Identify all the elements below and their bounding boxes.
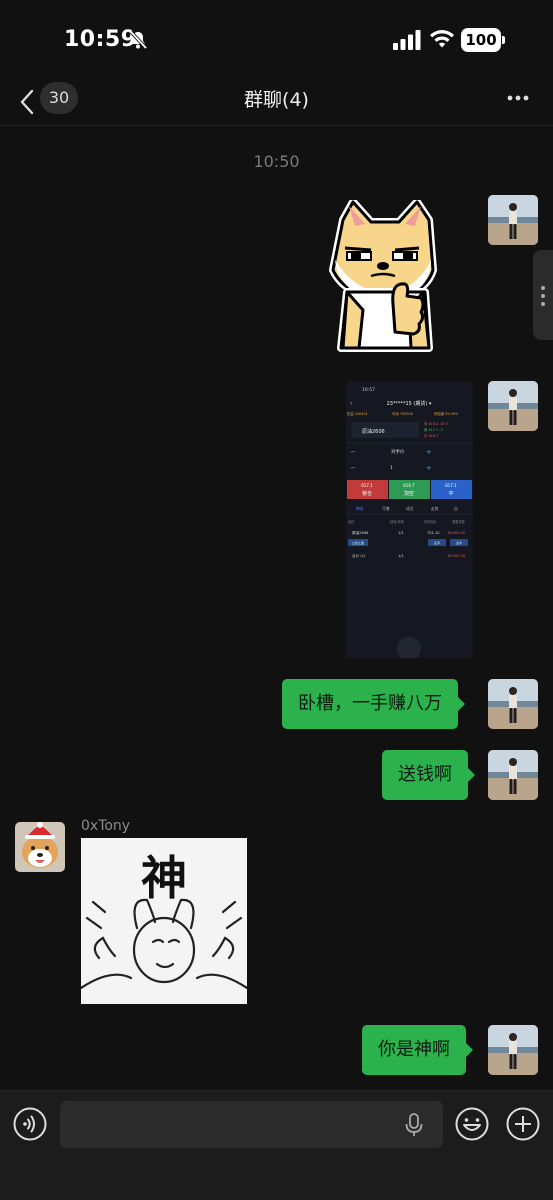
self-avatar[interactable] [488,679,538,729]
ss-tab-5: 自 [454,506,458,511]
battery-level: 100 [461,28,501,52]
side-drawer-handle[interactable] [533,250,553,340]
ss-row-contract: 原油2606 [352,530,369,535]
ss-stat-2: 可用 705926 [392,412,413,416]
message-timestamp: 10:50 [253,152,300,171]
message-input[interactable] [60,1101,443,1148]
ss-tab-1: 持仓 [356,506,364,511]
ss-h1: 合约 [348,519,354,524]
shen-meme-image[interactable]: 神 [81,838,247,1004]
svg-text:+: + [426,448,432,456]
svg-text:−: − [350,464,356,472]
self-avatar[interactable] [488,381,538,431]
self-avatar[interactable] [488,750,538,800]
battery-indicator: 100 [461,28,505,52]
self-avatar[interactable] [488,1025,538,1075]
svg-text:+: + [426,464,432,472]
ss-total-pnl: 84300.00 [448,554,466,558]
ss-btn-2-price: 616.7 [403,483,415,488]
ss-stat-3: 风险度 59.49% [434,411,459,416]
ss-stat-1: 权益 240401 [347,411,368,416]
status-bar: 10:59 100 [0,0,553,80]
chat-header: 30 群聊(4) [0,80,553,126]
signal-icon [393,30,421,50]
ss-row-avg: 701.10 [427,531,440,535]
ss-tab-2: 可撤 [382,506,390,511]
self-avatar[interactable] [488,195,538,245]
chat-title: 群聊(4) [244,89,309,111]
status-time: 10:59 [64,27,137,52]
ss-h4: 逐笔浮盈 [452,519,466,524]
ss-btn-3-label: 平 [448,491,453,497]
ss-row-pnl: 84300.00 [448,531,466,535]
ss-btn-1-price: 617.1 [361,483,373,488]
mic-icon[interactable] [404,1113,424,1137]
ss-total-pos: 1/1 [398,554,404,558]
svg-text:最 617.1 -3: 最 617.1 -3 [424,427,443,432]
message-bubble[interactable]: 你是神啊 [362,1025,473,1075]
ss-rowbtn-3: 全平 [456,540,462,545]
ss-h2: 持仓/可用 [390,519,404,524]
more-icon[interactable] [506,94,530,102]
ss-rowbtn-2: 反手 [434,540,440,545]
ss-total-label: 合计 (1) [352,553,366,558]
svg-text:卖 616.8 -87.5: 卖 616.8 -87.5 [424,421,448,426]
ss-qty: 1 [390,465,393,471]
bell-off-icon [129,30,148,50]
message-bubble[interactable]: 卧槽，一手赚八万 [282,679,465,729]
voice-icon[interactable] [13,1107,47,1141]
wifi-icon [430,30,454,48]
svg-text:−: − [350,448,356,456]
message-bubble[interactable]: 送钱啊 [382,750,475,800]
sender-name: 0xTony [81,818,131,834]
ss-tab-4: 走势 [431,506,439,511]
ss-rowbtn-1: 止损止盈 [352,540,364,545]
ss-btn-2-label: 加空 [404,490,414,497]
svg-text:买 616.7: 买 616.7 [424,433,438,438]
ss-h3: 开仓均价 [424,519,438,524]
other-avatar[interactable] [15,822,65,872]
ss-account: 23*****15 (期货) ▾ [387,400,432,407]
input-bar [0,1090,553,1200]
ss-tab-3: 成交 [406,506,414,511]
ss-btn-1-label: 锁仓 [362,490,372,497]
plus-icon[interactable] [506,1107,540,1141]
ss-time: 10:57 [362,387,375,393]
ss-row-pos: 1/1 [398,531,404,535]
shiba-thumbs-up-sticker[interactable] [325,200,445,355]
emoji-icon[interactable] [455,1107,489,1141]
ss-price-mode: 对手价 [391,448,405,455]
ss-btn-3-price: 617.1 [445,483,457,488]
svg-text:‹: ‹ [350,400,352,407]
trading-screenshot-image[interactable]: 10:57 23*****15 (期货) ▾ ‹ 权益 240401 可用 70… [346,381,473,658]
ss-contract: 原油2606 [362,428,385,435]
